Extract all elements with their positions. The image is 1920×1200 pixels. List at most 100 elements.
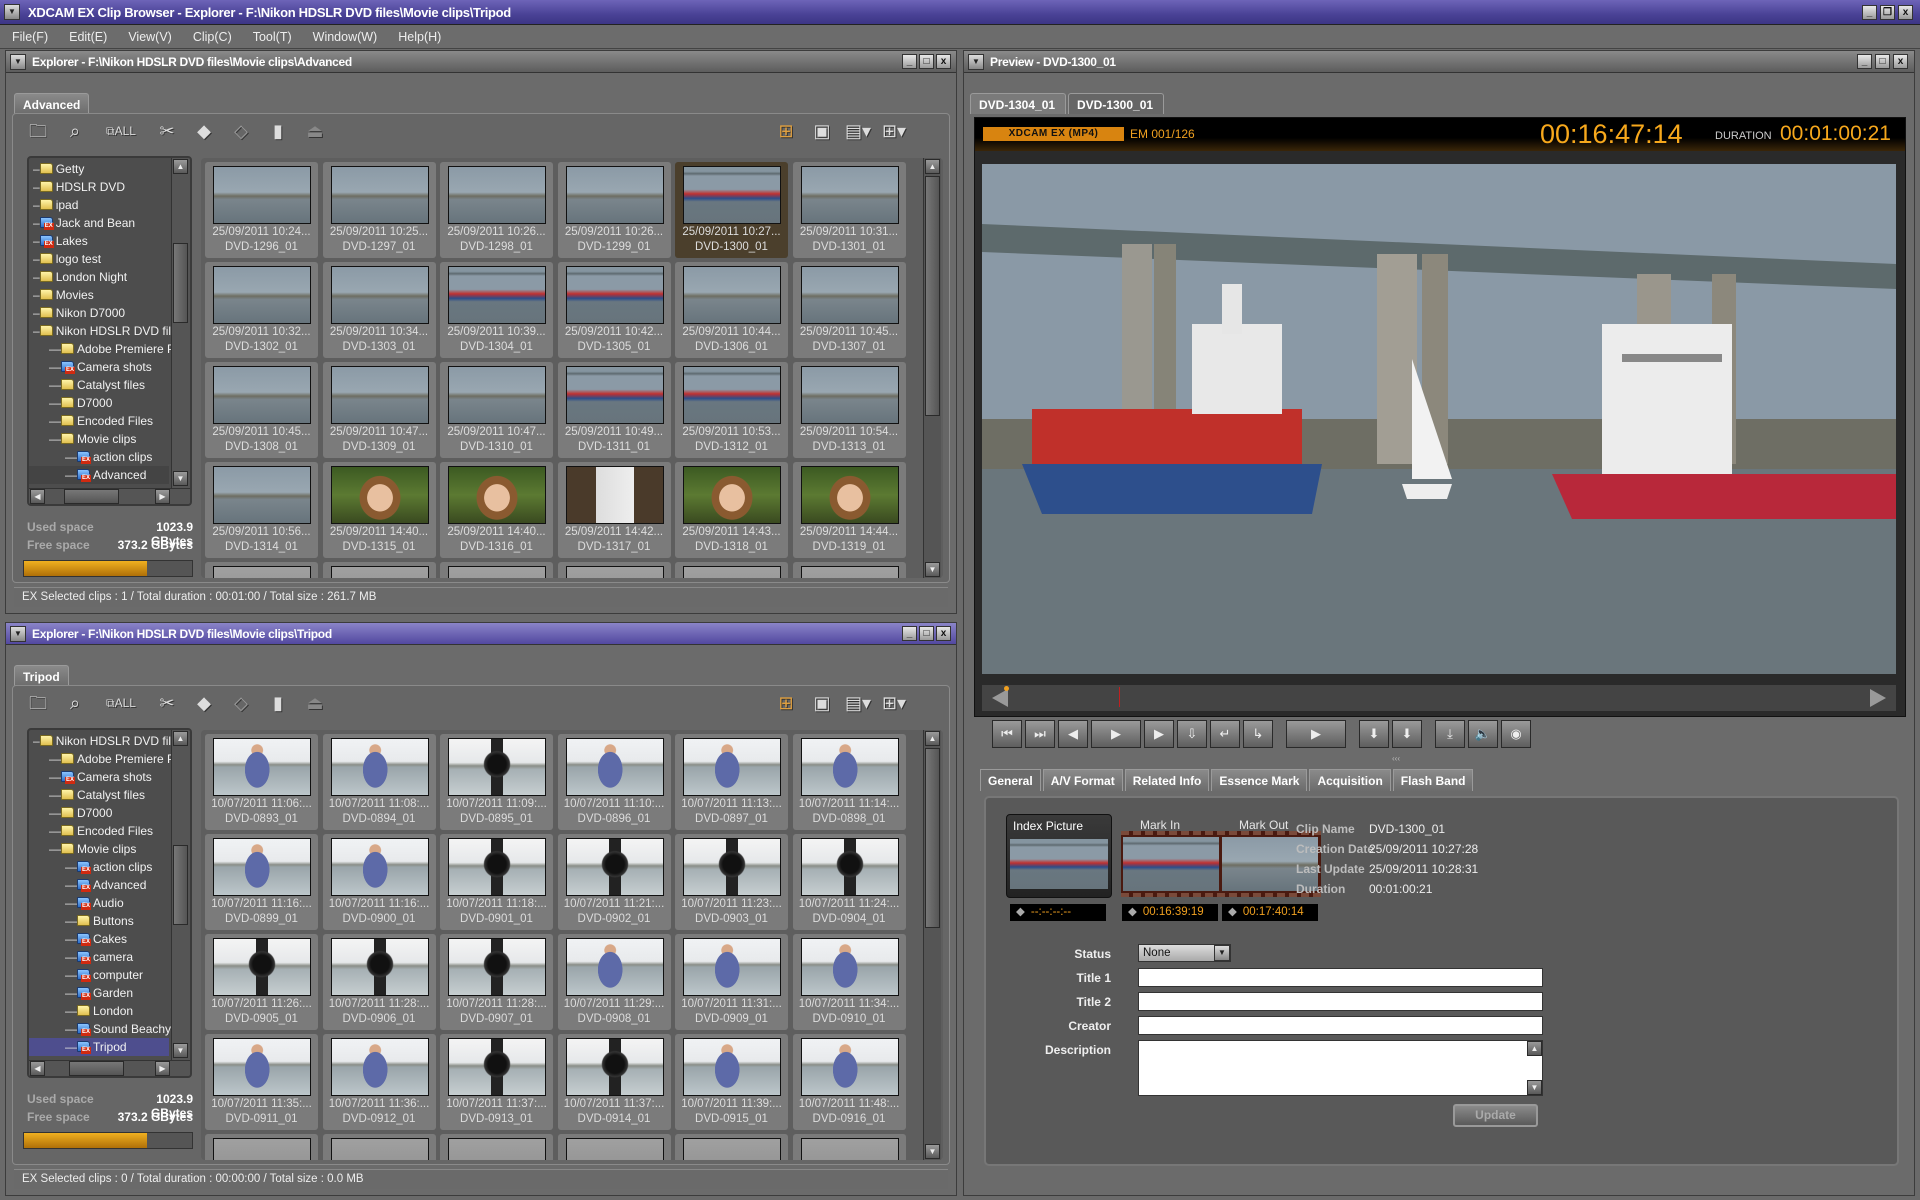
scroll-up-icon[interactable]: ▲ (173, 159, 188, 174)
tree-item[interactable]: –Jack and Bean (29, 214, 169, 232)
clip-thumbnail[interactable]: 10/07/2011 11:16:... DVD-0900_01 (322, 834, 436, 930)
clip-thumbnail[interactable]: 10/07/2011 11:23:... DVD-0903_01 (675, 834, 788, 930)
thumbnail-size-icon[interactable]: ▣ (809, 118, 835, 144)
tree-item[interactable]: —Advanced (29, 876, 169, 894)
scroll-down-icon[interactable]: ▼ (925, 562, 940, 577)
panel-close-button[interactable]: x (936, 54, 951, 69)
grid-vertical-scrollbar[interactable]: ▲ ▼ (923, 730, 941, 1160)
filter-all-icon[interactable]: ▤▾ (845, 118, 871, 144)
menu-help[interactable]: Help(H) (398, 30, 441, 44)
clip-thumbnail[interactable]: 25/09/2011 10:34... DVD-1303_01 (322, 262, 436, 358)
mark-in-thumbnail[interactable] (1123, 837, 1219, 891)
tree-item[interactable]: — Encoded Files (29, 822, 169, 840)
clip-thumbnail[interactable] (322, 562, 436, 578)
clip-thumbnail[interactable]: 10/07/2011 11:35:... DVD-0911_01 (205, 1034, 318, 1130)
tab-dvd-1300[interactable]: DVD-1300_01 (1068, 93, 1164, 114)
snapshot-icon[interactable]: ◉ (1501, 720, 1531, 748)
scroll-thumb[interactable] (173, 243, 188, 323)
scroll-thumb[interactable] (173, 845, 188, 925)
clip-thumbnail[interactable] (557, 1134, 671, 1160)
chevron-down-icon[interactable]: ▼ (1214, 945, 1230, 961)
tree-item[interactable]: — Adobe Premiere Pro... (29, 750, 190, 768)
audio-icon[interactable]: 🔈 (1468, 720, 1498, 748)
thumbnail-size-icon[interactable]: ▣ (809, 690, 835, 716)
panel-menu-dropdown-icon[interactable]: ▼ (10, 54, 26, 70)
tree-horizontal-scrollbar[interactable]: ◀ ▶ (29, 488, 190, 504)
clip-thumbnail[interactable]: 25/09/2011 10:54... DVD-1313_01 (792, 362, 906, 458)
creator-input[interactable] (1138, 1016, 1543, 1035)
previous-frame-icon[interactable]: ◀ (1058, 720, 1088, 748)
panel-minimize-button[interactable]: _ (902, 626, 917, 641)
panel-minimize-button[interactable]: _ (1857, 54, 1872, 69)
play-reverse-icon[interactable]: ▶ (1091, 720, 1141, 748)
select-all-icon[interactable]: ⧉ALL (99, 118, 143, 144)
tree-item[interactable]: – London Night (29, 268, 169, 286)
update-button[interactable]: Update (1453, 1104, 1538, 1127)
clip-thumbnail[interactable]: 10/07/2011 11:36:... DVD-0912_01 (322, 1034, 436, 1130)
tree-item[interactable]: – Getty (29, 160, 169, 178)
scroll-down-icon[interactable]: ▼ (925, 1144, 940, 1159)
clip-thumbnail[interactable]: 10/07/2011 11:29:... DVD-0908_01 (557, 934, 671, 1030)
clip-thumbnail[interactable]: 25/09/2011 10:25... DVD-1297_01 (322, 162, 436, 258)
grid-vertical-scrollbar[interactable]: ▲ ▼ (923, 158, 941, 578)
tab-related-info[interactable]: Related Info (1124, 769, 1210, 791)
clip-thumbnail[interactable]: 10/07/2011 11:16:... DVD-0899_01 (205, 834, 318, 930)
copy-icon[interactable]: ◆ (191, 690, 217, 716)
tree-item[interactable]: — Catalyst files (29, 786, 169, 804)
tree-item[interactable]: – ipad (29, 196, 169, 214)
clip-thumbnail[interactable]: 10/07/2011 11:37:... DVD-0914_01 (557, 1034, 671, 1130)
clip-thumbnail[interactable]: 10/07/2011 11:18:... DVD-0901_01 (440, 834, 553, 930)
tree-item[interactable]: —action clips (29, 858, 169, 876)
panel-maximize-button[interactable]: □ (919, 626, 934, 641)
tree-item[interactable]: —Advanced (29, 466, 169, 484)
clip-thumbnail[interactable]: 25/09/2011 14:42... DVD-1317_01 (557, 462, 671, 558)
tree-item[interactable]: — London (29, 1002, 169, 1020)
close-button[interactable]: x (1898, 5, 1913, 20)
tree-item[interactable]: — Movie clips (29, 840, 169, 858)
clip-thumbnail[interactable]: 10/07/2011 11:08:... DVD-0894_01 (322, 734, 436, 830)
index-picture-box[interactable]: Index Picture (1006, 814, 1112, 898)
clip-thumbnail[interactable] (557, 562, 671, 578)
paste-icon[interactable]: ◇ (228, 118, 254, 144)
clip-thumbnail[interactable]: 25/09/2011 10:27... DVD-1300_01 (675, 162, 788, 258)
clip-thumbnail[interactable]: 10/07/2011 11:24:... DVD-0904_01 (792, 834, 906, 930)
clip-thumbnail[interactable]: 25/09/2011 10:32... DVD-1302_01 (205, 262, 318, 358)
tab-acquisition[interactable]: Acquisition (1309, 769, 1391, 791)
eject-icon[interactable]: ⏏ (302, 118, 328, 144)
clip-thumbnail[interactable]: 25/09/2011 10:26... DVD-1298_01 (440, 162, 553, 258)
scroll-up-icon[interactable]: ▲ (925, 159, 940, 174)
status-select[interactable]: None ▼ (1138, 944, 1231, 962)
clip-thumbnail[interactable]: 25/09/2011 10:44... DVD-1306_01 (675, 262, 788, 358)
clip-thumbnail[interactable]: 25/09/2011 10:31... DVD-1301_01 (792, 162, 906, 258)
clip-thumbnail[interactable]: 25/09/2011 10:53... DVD-1312_01 (675, 362, 788, 458)
layout-icon[interactable]: ⊞▾ (881, 118, 907, 144)
tree-item[interactable]: — Buttons (29, 912, 169, 930)
new-folder-icon[interactable]: 🗀 (25, 118, 51, 144)
tree-item[interactable]: – Nikon D7000 (29, 304, 169, 322)
scroll-thumb[interactable] (64, 489, 119, 504)
filter-all-icon[interactable]: ▤▾ (845, 690, 871, 716)
clip-thumbnail[interactable]: 25/09/2011 10:56... DVD-1314_01 (205, 462, 318, 558)
menu-edit[interactable]: Edit(E) (69, 30, 107, 44)
clip-thumbnail[interactable] (205, 1134, 318, 1160)
scrub-right-icon[interactable] (1870, 689, 1886, 707)
clip-thumbnail[interactable]: 25/09/2011 10:45... DVD-1307_01 (792, 262, 906, 358)
menu-tool[interactable]: Tool(T) (253, 30, 292, 44)
clip-thumbnail[interactable] (440, 1134, 553, 1160)
tree-vertical-scrollbar[interactable]: ▲ ▼ (171, 158, 190, 488)
clip-thumbnail[interactable] (792, 562, 906, 578)
clip-thumbnail[interactable]: 10/07/2011 11:48:... DVD-0916_01 (792, 1034, 906, 1130)
tree-item[interactable]: – logo test (29, 250, 169, 268)
previous-mark-icon[interactable]: ↵ (1210, 720, 1240, 748)
essence-mark-icon[interactable]: ⇩ (1177, 720, 1207, 748)
next-frame-icon[interactable]: ▶ (1144, 720, 1174, 748)
go-to-start-icon[interactable]: ⏮ (992, 720, 1022, 748)
scroll-up-icon[interactable]: ▲ (173, 731, 188, 746)
description-textarea[interactable]: ▲ ▼ (1138, 1040, 1543, 1096)
tab-general[interactable]: General (980, 769, 1041, 791)
cut-icon[interactable]: ✂ (154, 690, 180, 716)
app-menu-dropdown-icon[interactable]: ▼ (4, 4, 20, 20)
tree-vertical-scrollbar[interactable]: ▲ ▼ (171, 730, 190, 1060)
scroll-right-icon[interactable]: ▶ (155, 489, 170, 504)
clip-thumbnail[interactable]: 10/07/2011 11:21:... DVD-0902_01 (557, 834, 671, 930)
